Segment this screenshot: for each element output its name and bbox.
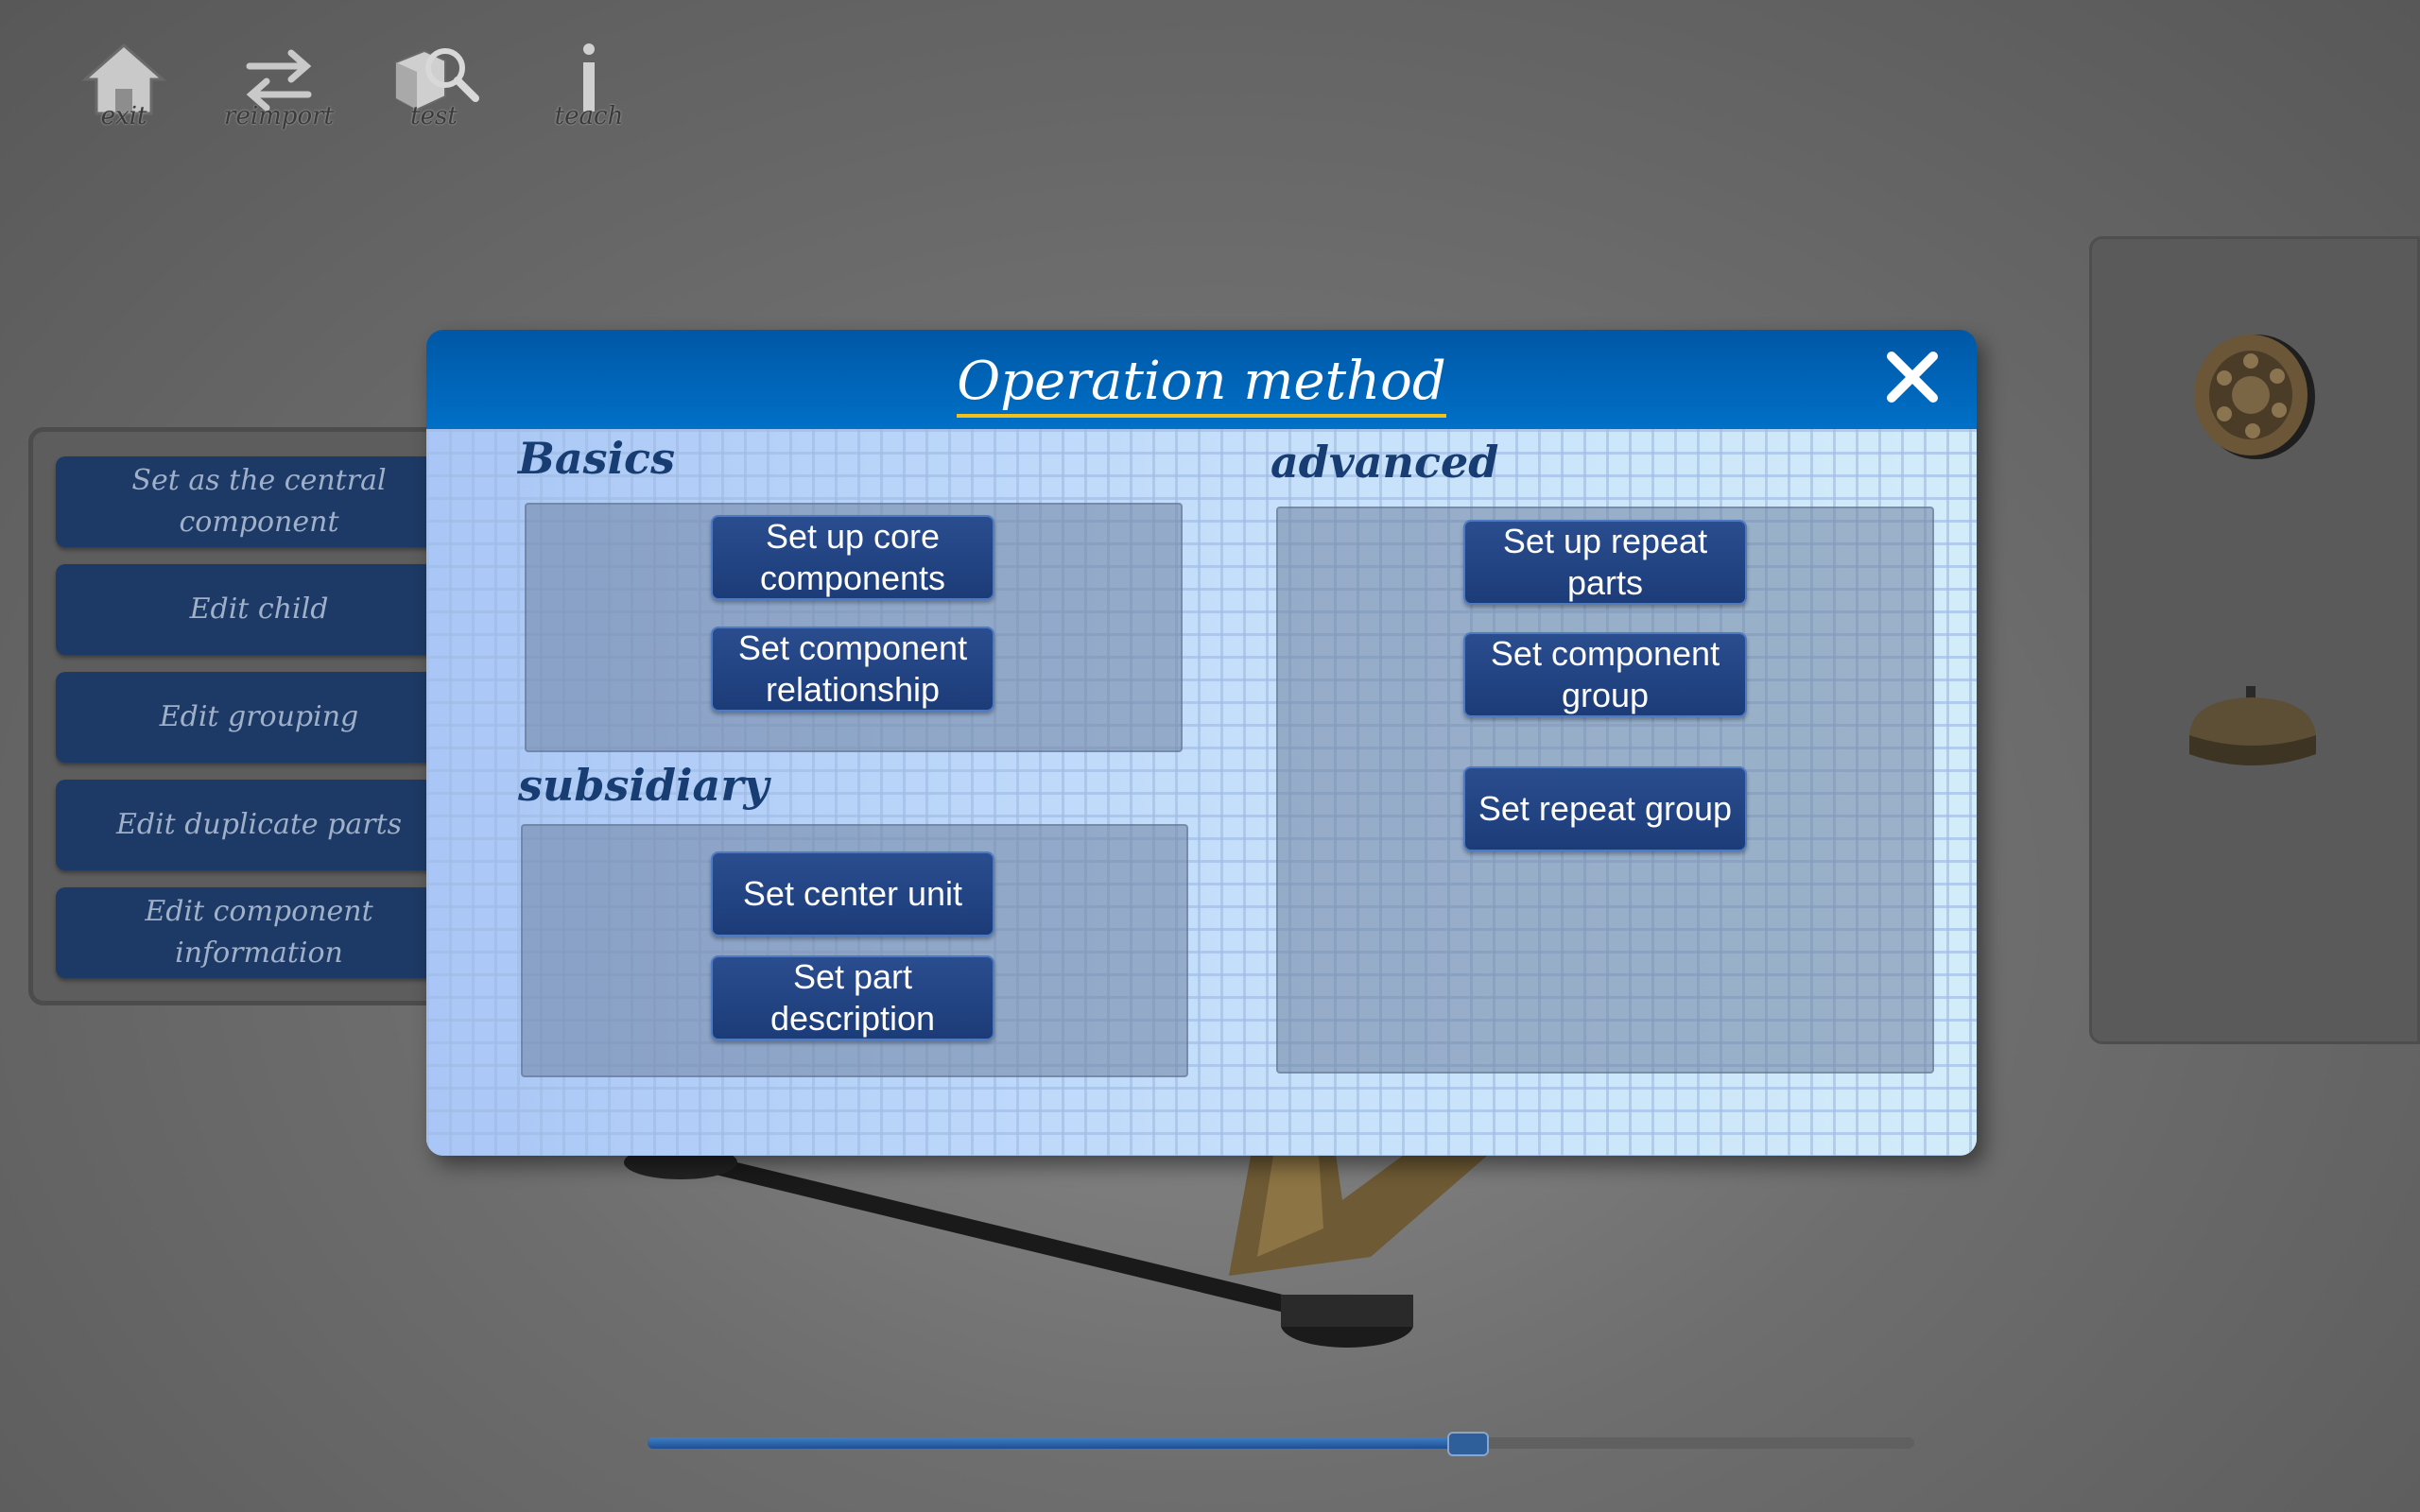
slider-handle[interactable] xyxy=(1447,1432,1490,1456)
edit-child-button[interactable]: Edit child xyxy=(56,564,462,655)
exit-button[interactable]: exit xyxy=(66,38,182,130)
timeline-slider[interactable] xyxy=(648,1432,1914,1456)
exit-label: exit xyxy=(100,102,147,130)
dialog-body: Basics Set up core components Set compon… xyxy=(426,429,1977,1156)
set-up-core-components-button[interactable]: Set up core components xyxy=(711,515,994,600)
edit-component-information-button[interactable]: Edit component information xyxy=(56,887,462,978)
side-menu: Set as the central component Edit child … xyxy=(28,427,462,1005)
close-icon xyxy=(1887,352,1938,403)
dialog-title-text: Operation method xyxy=(957,351,1446,418)
set-component-relationship-button[interactable]: Set component relationship xyxy=(711,627,994,712)
set-central-component-button[interactable]: Set as the central component xyxy=(56,456,462,547)
dome-part-icon xyxy=(2189,686,2316,765)
teach-button[interactable]: teach xyxy=(531,38,647,130)
reimport-label: reimport xyxy=(224,102,334,130)
edit-grouping-button[interactable]: Edit grouping xyxy=(56,672,462,763)
dialog-header: Operation method xyxy=(426,330,1977,429)
set-up-repeat-parts-button[interactable]: Set up repeat parts xyxy=(1463,520,1747,605)
set-component-group-button[interactable]: Set component group xyxy=(1463,632,1747,717)
slider-fill xyxy=(648,1437,1469,1449)
basics-title: Basics xyxy=(518,433,675,484)
subsidiary-title: subsidiary xyxy=(518,760,769,811)
test-label: test xyxy=(410,102,458,130)
reimport-button[interactable]: reimport xyxy=(221,38,337,130)
set-part-description-button[interactable]: Set part description xyxy=(711,955,994,1040)
part-thumbnail-1[interactable] xyxy=(2187,329,2319,465)
operation-method-dialog: Operation method Basics Set up core comp… xyxy=(426,330,1977,1156)
close-button[interactable] xyxy=(1882,347,1943,407)
dial-part-icon xyxy=(2194,335,2315,459)
set-center-unit-button[interactable]: Set center unit xyxy=(711,851,994,936)
top-toolbar: exit reimport test teach xyxy=(66,38,647,130)
dialog-title: Operation method xyxy=(426,351,1977,418)
advanced-title: advanced xyxy=(1270,437,1499,488)
set-repeat-group-button-visible[interactable]: Set repeat group xyxy=(1463,766,1747,851)
test-button[interactable]: test xyxy=(376,38,492,130)
edit-duplicate-parts-button[interactable]: Edit duplicate parts xyxy=(56,780,462,870)
parts-panel xyxy=(2089,236,2420,1044)
teach-label: teach xyxy=(554,102,624,130)
part-thumbnail-2[interactable] xyxy=(2182,679,2324,786)
